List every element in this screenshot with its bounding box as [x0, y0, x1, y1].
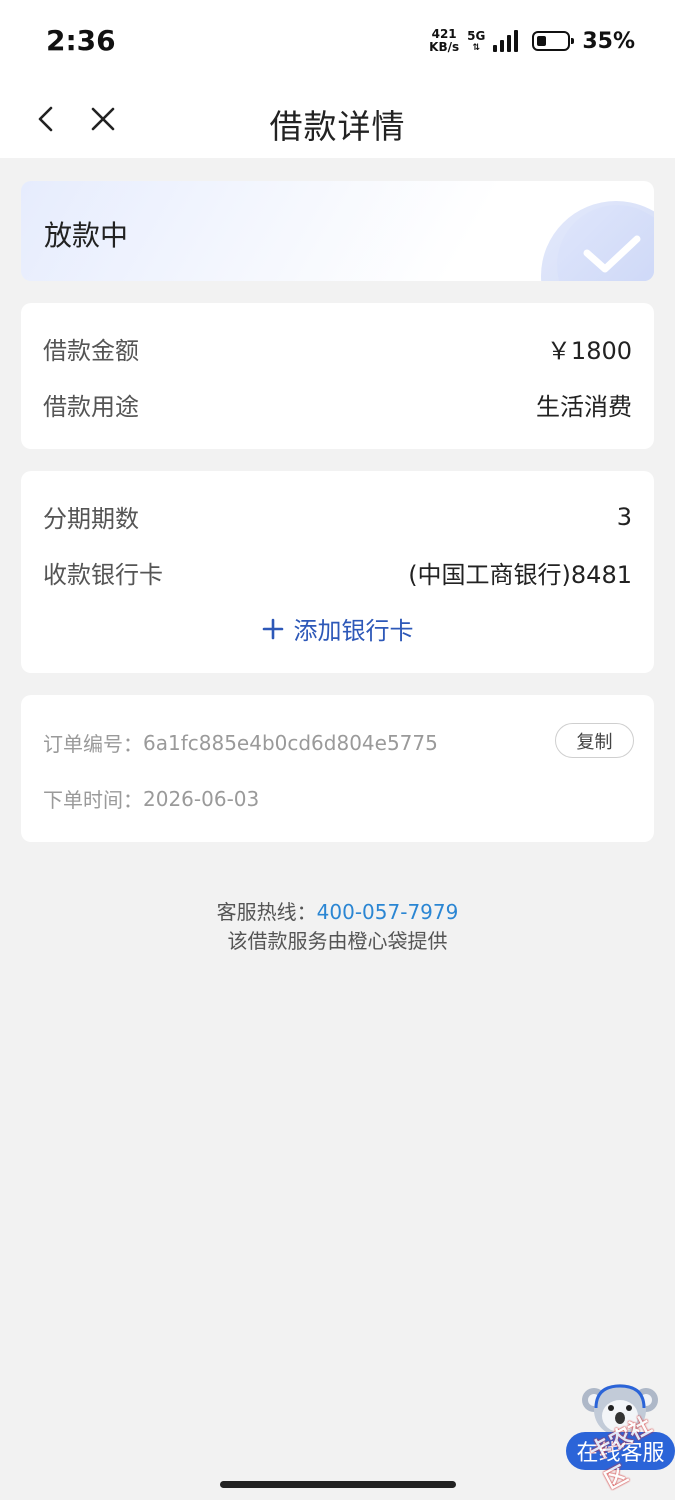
loan-amount-label: 借款金额	[43, 337, 139, 365]
order-time-row: 下单时间： 2026-06-03	[43, 784, 259, 813]
check-circle-icon	[583, 235, 641, 273]
battery-fill	[537, 36, 547, 46]
customer-service-label: 在线客服	[566, 1432, 675, 1470]
add-bank-card-label: 添加银行卡	[293, 617, 414, 645]
bank-card-row: 收款银行卡 (中国工商银行)8481	[43, 555, 632, 590]
order-number-row: 订单编号： 6a1fc885e4b0cd6d804e5775	[43, 728, 438, 757]
battery-icon	[532, 31, 575, 51]
footer: 客服热线：400-057-7979 该借款服务由橙心袋提供	[0, 898, 675, 956]
installment-periods-value: 3	[616, 502, 632, 531]
loan-purpose-row: 借款用途 生活消费	[43, 387, 632, 422]
bank-card-value: (中国工商银行)8481	[408, 561, 632, 589]
order-info-card: 订单编号： 6a1fc885e4b0cd6d804e5775 复制 下单时间： …	[21, 695, 654, 842]
loan-info-card: 借款金额 ￥1800 借款用途 生活消费	[21, 303, 654, 449]
data-arrows-icon: ⇅	[472, 42, 480, 53]
loan-purpose-value: 生活消费	[536, 393, 632, 421]
page-title: 借款详情	[269, 107, 406, 146]
hotline-label: 客服热线：	[216, 900, 317, 924]
network-speed-unit: KB/s	[429, 40, 460, 54]
home-indicator[interactable]	[220, 1481, 456, 1488]
provider-text: 该借款服务由橙心袋提供	[227, 929, 448, 953]
loan-purpose-label: 借款用途	[43, 393, 139, 421]
status-time: 2:36	[46, 24, 116, 57]
status-indicators: 421 KB/s 5G ⇅ 35%	[429, 24, 635, 58]
loan-amount-row: 借款金额 ￥1800	[43, 331, 632, 366]
network-speed: 421 KB/s	[429, 28, 459, 54]
order-time-label: 下单时间：	[43, 788, 143, 812]
hotline-number-link[interactable]: 400-057-7979	[317, 900, 459, 924]
nav-bar: 借款详情	[0, 80, 675, 158]
network-type-label: 5G	[467, 28, 486, 43]
order-number-label: 订单编号：	[43, 732, 143, 756]
customer-service-widget[interactable]: 在线客服	[566, 1378, 675, 1470]
battery-percent: 35%	[582, 28, 635, 54]
installment-periods-row: 分期期数 3	[43, 499, 632, 534]
status-bar: 2:36 421 KB/s 5G ⇅ 35%	[0, 0, 675, 80]
hotline-line: 客服热线：400-057-7979	[0, 898, 675, 927]
bank-card-label: 收款银行卡	[43, 561, 163, 589]
network-type: 5G ⇅	[467, 28, 486, 53]
koala-mascot-icon	[582, 1384, 658, 1436]
add-bank-card-button[interactable]: 添加银行卡	[21, 611, 654, 646]
installment-periods-label: 分期期数	[43, 505, 139, 533]
copy-button[interactable]: 复制	[555, 723, 634, 758]
installment-card: 分期期数 3 收款银行卡 (中国工商银行)8481 添加银行卡	[21, 471, 654, 673]
order-number-value: 6a1fc885e4b0cd6d804e5775	[143, 730, 438, 755]
loan-status-card: 放款中	[21, 181, 654, 281]
order-time-value: 2026-06-03	[143, 786, 260, 811]
loan-status-text: 放款中	[44, 219, 129, 252]
plus-icon	[262, 618, 283, 639]
signal-icon	[493, 30, 519, 52]
loan-amount-value: ￥1800	[546, 337, 632, 365]
